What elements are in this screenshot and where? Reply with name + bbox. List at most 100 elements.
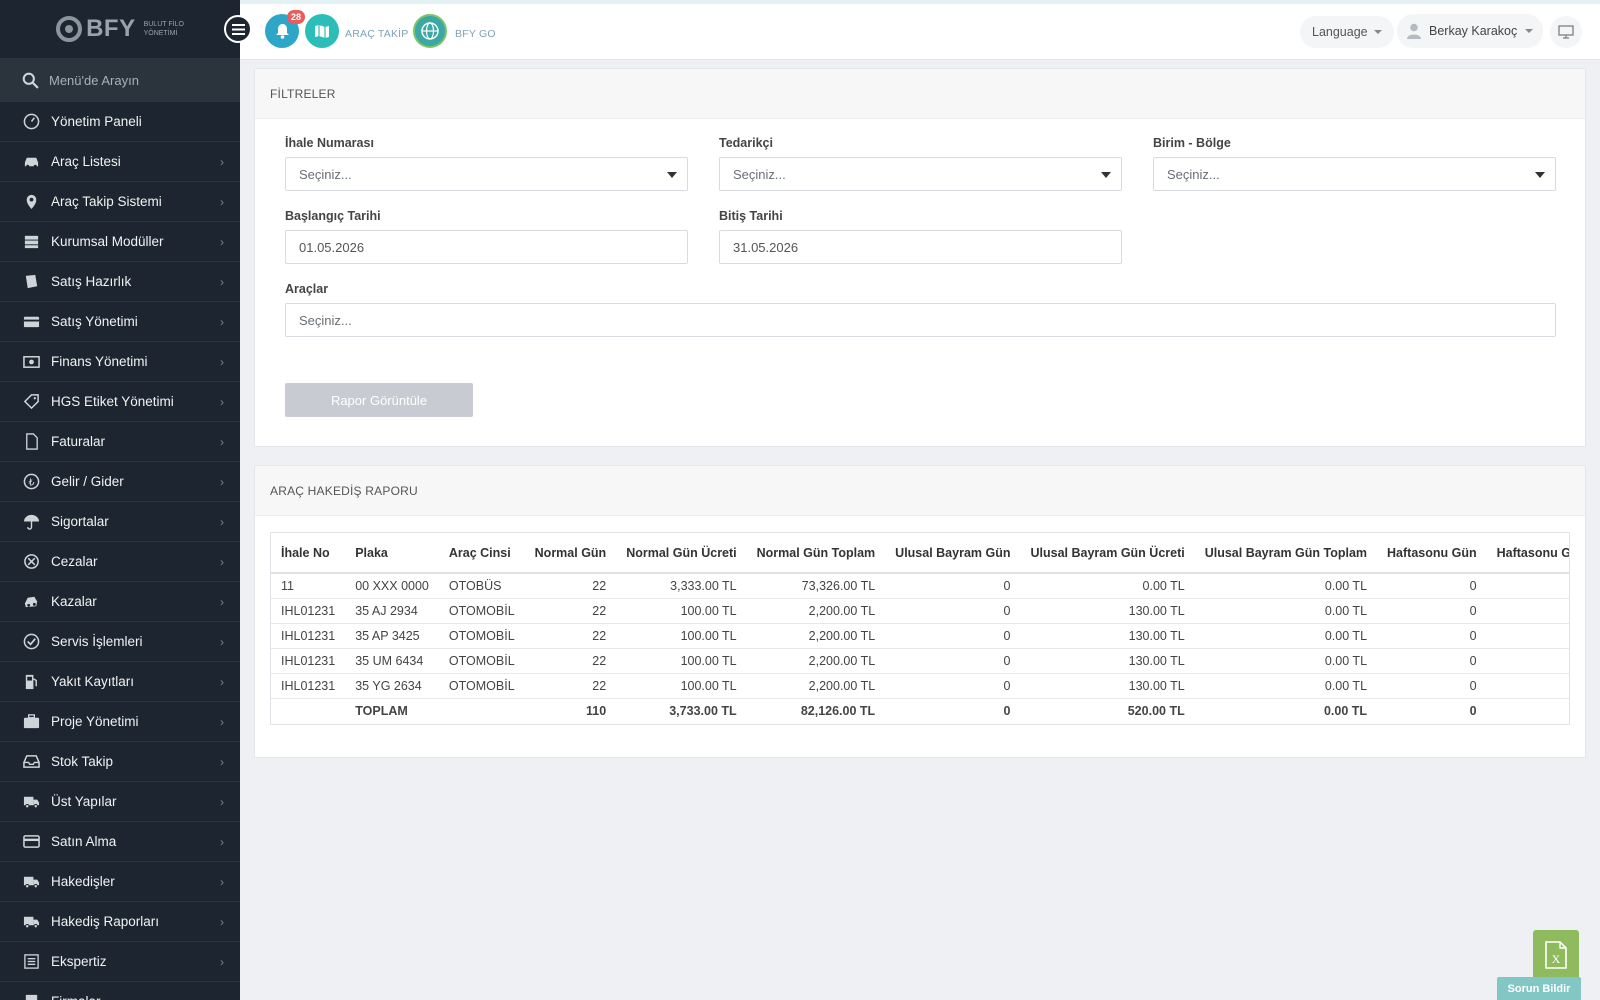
dropdown-arrow-icon [1535, 172, 1545, 178]
bfy-go-link[interactable]: BFY GO [455, 28, 496, 40]
column-header[interactable]: Plaka [345, 533, 439, 574]
list-icon [22, 953, 40, 971]
user-icon [1407, 23, 1421, 39]
umbrella-icon [22, 513, 40, 531]
sidebar-item-yönetim-paneli[interactable]: Yönetim Paneli [0, 102, 240, 142]
menu-search-input[interactable]: Menü'de Arayın [49, 73, 139, 88]
sidebar-item-hakediş-raporları[interactable]: Hakediş Raporları › [0, 902, 240, 942]
total-cell: 0 [1003, 703, 1011, 718]
report-table: İhale No Plaka Araç Cinsi Normal Gün Normal … [271, 533, 1569, 723]
table-cell: 0 [1377, 648, 1487, 674]
user-menu[interactable]: Berkay Karakoç [1397, 14, 1544, 48]
fullscreen-button[interactable] [1550, 16, 1582, 48]
arac-takip-button[interactable] [305, 14, 339, 48]
table-cell: 00 XXX 0000 [345, 573, 439, 599]
menu-search[interactable]: Menü'de Arayın [0, 58, 240, 102]
table-cell: 0 [885, 673, 1021, 699]
sidebar-item-yakıt-kayıtları[interactable]: Yakıt Kayıtları › [0, 662, 240, 702]
sidebar-item-cezalar[interactable]: Cezalar › [0, 542, 240, 582]
araclar-select[interactable]: Seçiniz... [285, 303, 1556, 337]
rapor-goruntule-button[interactable]: Rapor Görüntüle [285, 383, 473, 417]
truck-icon [22, 873, 40, 891]
column-header[interactable]: Ulusal Bayram Gün Toplam [1194, 533, 1378, 574]
table-cell: 0.00 TL [1194, 673, 1378, 699]
chevron-right-icon: › [220, 595, 224, 609]
column-header[interactable]: Ulusal Bayram Gün [885, 533, 1021, 574]
brand-area: BFY BULUT FİLO YÖNETİMİ [0, 0, 240, 58]
report-table-container[interactable]: İhale No Plaka Araç Cinsi Normal Gün Normal … [270, 532, 1570, 725]
column-header[interactable]: İhale No [271, 533, 346, 574]
sidebar-item-kurumsal-modüller[interactable]: Kurumsal Modüller › [0, 222, 240, 262]
table-cell: IHL01231 [271, 648, 346, 674]
hamburger-menu-button[interactable] [224, 15, 252, 43]
sidebar-item-proje-yönetimi[interactable]: Proje Yönetimi › [0, 702, 240, 742]
truck-icon [22, 913, 40, 931]
column-header[interactable]: Ulusal Bayram Gün Ücreti [1020, 533, 1195, 574]
table-row: IHL01231 35 AP 3425 OTOMOBİL 22 100.00 TL 2,2… [271, 623, 1569, 649]
sidebar: BFY BULUT FİLO YÖNETİMİ Menü'de Arayın Y… [0, 0, 240, 1000]
chevron-right-icon: › [220, 475, 224, 489]
export-excel-button[interactable]: X [1533, 930, 1579, 980]
column-header[interactable]: Araç Cinsi [438, 533, 525, 574]
total-cell [439, 698, 525, 723]
chevron-right-icon: › [220, 315, 224, 329]
sidebar-item-finans-yönetimi[interactable]: Finans Yönetimi › [0, 342, 240, 382]
table-cell: 0 [885, 648, 1021, 674]
brand-logo[interactable]: BFY BULUT FİLO YÖNETİMİ [56, 15, 184, 43]
table-cell: 100.00 TL [616, 648, 747, 674]
sidebar-item-label: Hakediş Raporları [51, 914, 160, 929]
start-date-input[interactable]: 01.05.2026 [285, 230, 688, 264]
sidebar-item-araç-listesi[interactable]: Araç Listesi › [0, 142, 240, 182]
sidebar-item-servis-i-şlemleri[interactable]: Servis İşlemleri › [0, 622, 240, 662]
tedarikci-select[interactable]: Seçiniz... [719, 157, 1122, 191]
total-cell [1487, 698, 1569, 723]
arac-takip-link[interactable]: ARAÇ TAKİP [345, 28, 408, 40]
ihale-select[interactable]: Seçiniz... [285, 157, 688, 191]
sidebar-item-faturalar[interactable]: Faturalar › [0, 422, 240, 462]
table-cell: IHL01231 [271, 598, 346, 624]
map-pin-icon [22, 193, 40, 211]
sidebar-item-kazalar[interactable]: Kazalar › [0, 582, 240, 622]
sidebar-item-ekspertiz[interactable]: Ekspertiz › [0, 942, 240, 982]
notifications-button[interactable]: 28 [265, 10, 305, 48]
column-header[interactable]: Normal Gün Toplam [746, 533, 886, 574]
end-date-input[interactable]: 31.05.2026 [719, 230, 1122, 264]
column-header[interactable]: Normal Gün Ücreti [616, 533, 747, 574]
column-header[interactable]: Haftasonu Gün [1377, 533, 1487, 574]
sidebar-item-label: Kazalar [51, 594, 97, 609]
birim-select[interactable]: Seçiniz... [1153, 157, 1556, 191]
chevron-right-icon: › [220, 155, 224, 169]
total-cell: 110 [586, 703, 607, 718]
bfy-go-button[interactable] [413, 14, 447, 48]
sidebar-item-hakedişler[interactable]: Hakedişler › [0, 862, 240, 902]
sidebar-item-satış-hazırlık[interactable]: Satış Hazırlık › [0, 262, 240, 302]
table-cell: 0.00 TL [1020, 573, 1195, 599]
column-header[interactable]: Haftasonu Gün Ücreti [1486, 533, 1569, 574]
sidebar-item-sigortalar[interactable]: Sigortalar › [0, 502, 240, 542]
table-cell: 100.00 TL [616, 598, 747, 624]
sidebar-item-satış-yönetimi[interactable]: Satış Yönetimi › [0, 302, 240, 342]
table-cell: 2,200.00 TL [746, 648, 886, 674]
table-cell: 35 YG 2634 [345, 673, 439, 699]
sorun-bildir-button[interactable]: Sorun Bildir [1497, 977, 1581, 1000]
truck-icon [22, 793, 40, 811]
credit-card-icon [22, 833, 40, 851]
sidebar-item-firmalar[interactable]: Firmalar › [0, 982, 240, 1000]
globe-icon [421, 22, 439, 40]
sidebar-item-gelir-gider[interactable]: ₺ Gelir / Gider › [0, 462, 240, 502]
filters-card: FİLTRELER İhale Numarası Seçiniz... Teda… [254, 68, 1586, 447]
search-icon [22, 72, 39, 88]
money-icon [22, 353, 40, 371]
language-dropdown[interactable]: Language [1300, 16, 1394, 48]
column-header[interactable]: Normal Gün [524, 533, 617, 574]
table-row: IHL01231 35 AJ 2934 OTOMOBİL 22 100.00 TL 2,2… [271, 598, 1569, 624]
server-icon [22, 233, 40, 251]
sidebar-item-üst-yapılar[interactable]: Üst Yapılar › [0, 782, 240, 822]
sidebar-item-satın-alma[interactable]: Satın Alma › [0, 822, 240, 862]
brand-name: BFY [86, 15, 136, 42]
sidebar-item-araç-takip-sistemi[interactable]: Araç Takip Sistemi › [0, 182, 240, 222]
total-cell: 520.00 TL [1127, 703, 1185, 718]
sidebar-item-label: Gelir / Gider [51, 474, 124, 489]
sidebar-item-hgs-etiket-yönetimi[interactable]: HGS Etiket Yönetimi › [0, 382, 240, 422]
sidebar-item-stok-takip[interactable]: Stok Takip › [0, 742, 240, 782]
